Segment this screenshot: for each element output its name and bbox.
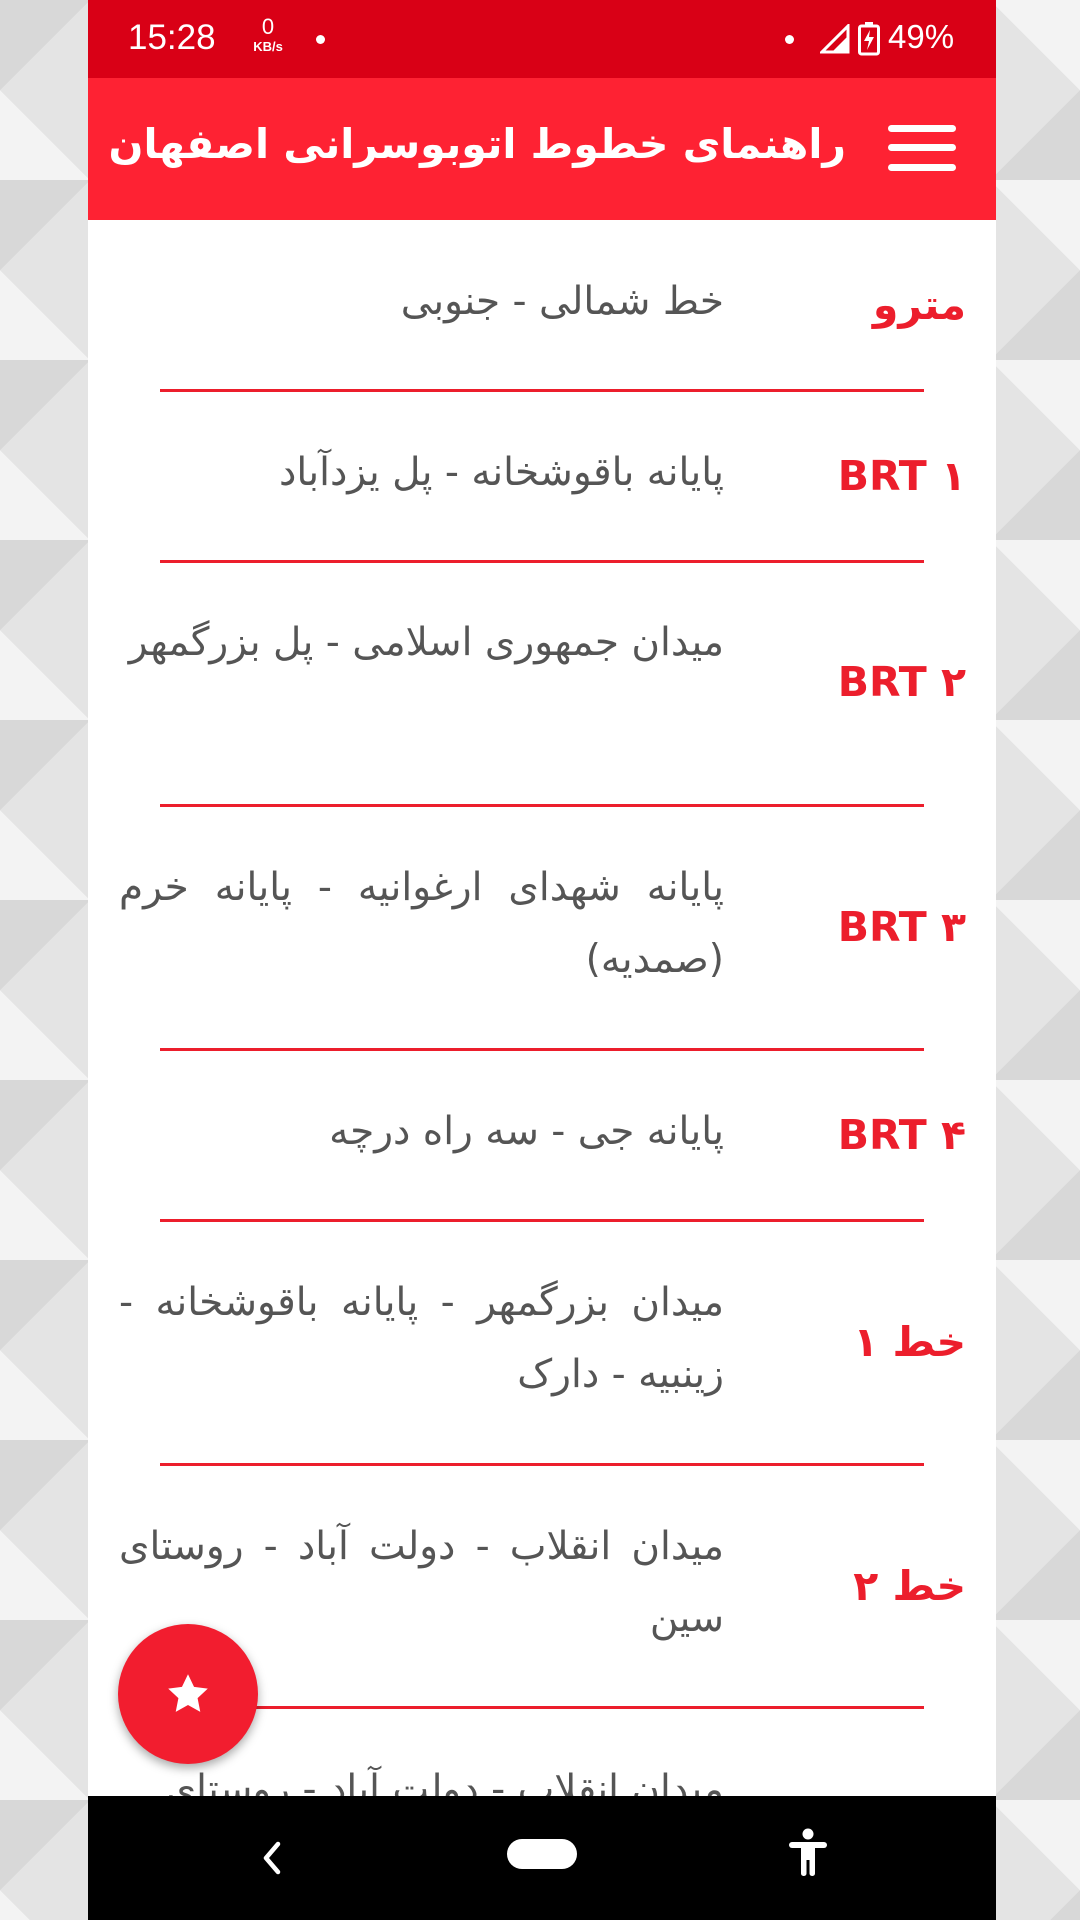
accessibility-icon[interactable] [786, 1828, 830, 1878]
line-route: پایانه شهدای ارغوانیه - پایانه خرم (صمدی… [119, 865, 724, 982]
hamburger-menu-icon[interactable] [888, 125, 956, 171]
line-route: پایانه جی - سه راه درچه [329, 1109, 724, 1154]
bus-lines-list[interactable]: مترو خط شمالی - جنوبی BRT ۱ پایانه باقوش… [88, 220, 996, 1796]
list-item-line1[interactable]: خط ۱ میدان بزرگمهر - پایانه باقوشخانه - … [88, 1222, 996, 1466]
list-item-brt1[interactable]: BRT ۱ پایانه باقوشخانه - پل یزدآباد [88, 392, 996, 563]
network-speed: 0 KB/s [243, 14, 293, 54]
list-item-brt3[interactable]: BRT ۳ پایانه شهدای ارغوانیه - پایانه خرم… [88, 807, 996, 1051]
line-name: خط ۲ [853, 1562, 966, 1610]
list-item-brt4[interactable]: BRT ۴ پایانه جی - سه راه درچه [88, 1051, 996, 1222]
line-name: BRT ۱ [837, 452, 966, 500]
battery-percentage: 49% [888, 18, 955, 55]
star-icon [168, 1674, 208, 1712]
line-route: خط شمالی - جنوبی [400, 279, 724, 324]
status-time: 15:28 [128, 18, 216, 57]
line-name: خط ۱ [853, 1318, 966, 1366]
line-route: میدان جمهوری اسلامی - پل بزرگمهر [128, 620, 724, 665]
notification-dot-icon [316, 35, 325, 44]
signal-icon [820, 24, 850, 54]
app-bar: راهنمای خطوط اتوبوسرانی اصفهان [88, 78, 996, 220]
line-name: BRT ۳ [837, 903, 966, 951]
status-bar: 15:28 0 KB/s 49% [88, 0, 996, 78]
line-route: میدان بزرگمهر - پایانه باقوشخانه - زینبی… [119, 1280, 724, 1397]
network-speed-value: 0 [261, 14, 275, 39]
line-route: پایانه باقوشخانه - پل یزدآباد [279, 450, 724, 495]
battery-charging-icon [858, 22, 880, 56]
navigation-bar [88, 1796, 996, 1920]
line-name: BRT ۴ [837, 1111, 966, 1159]
back-icon[interactable] [258, 1838, 286, 1878]
home-pill-icon[interactable] [507, 1839, 577, 1869]
network-speed-unit: KB/s [253, 39, 283, 54]
line-name: مترو [872, 281, 966, 329]
notification-dot-icon [785, 35, 794, 44]
phone-screen: 15:28 0 KB/s 49% راهنمای خطوط اتوبوسرانی… [88, 0, 996, 1920]
line-name: BRT ۲ [837, 658, 966, 706]
list-item-brt2[interactable]: BRT ۲ میدان جمهوری اسلامی - پل بزرگمهر [88, 563, 996, 807]
favorites-fab-button[interactable] [118, 1624, 258, 1764]
list-item-metro[interactable]: مترو خط شمالی - جنوبی [88, 220, 996, 392]
app-title: راهنمای خطوط اتوبوسرانی اصفهان [108, 120, 846, 168]
